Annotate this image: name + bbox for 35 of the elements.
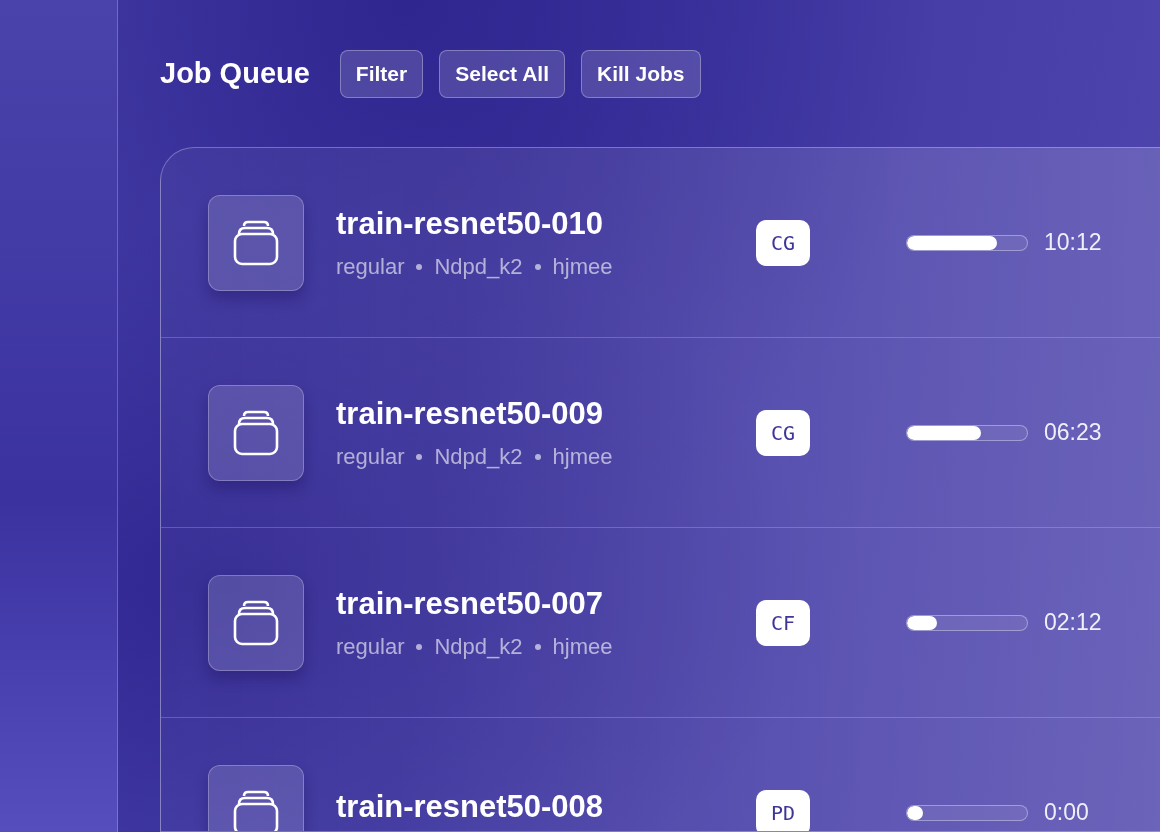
separator-dot	[416, 453, 423, 460]
elapsed-time: 02:12	[1044, 609, 1102, 636]
separator-dot	[416, 263, 423, 270]
elapsed-time: 10:12	[1044, 229, 1102, 256]
status-badge: CF	[756, 599, 810, 646]
status-badge: PD	[756, 789, 810, 831]
job-meta: regular	[336, 633, 405, 660]
toolbar-button[interactable]: Select All	[439, 49, 565, 98]
elapsed-time: 0:00	[1044, 799, 1089, 826]
separator-dot	[534, 453, 541, 460]
job-name: train-resnet50-007	[336, 585, 605, 622]
job-meta: Ndpd_k2	[434, 253, 523, 280]
job-row[interactable]: train-resnet50-008 PD 0:00	[161, 718, 1160, 831]
job-row[interactable]: train-resnet50-009 regular Ndpd_k2 hjmee CG 06:23	[161, 338, 1160, 528]
separator-dot	[534, 263, 541, 270]
job-meta: hjmee	[552, 443, 613, 470]
job-meta: regular	[336, 253, 405, 280]
separator-dot	[534, 643, 541, 650]
job-meta: regular	[336, 443, 405, 470]
job-meta: hjmee	[552, 633, 613, 660]
job-meta: Ndpd_k2	[434, 443, 523, 470]
job-meta: Ndpd_k2	[434, 633, 523, 660]
job-name: train-resnet50-008	[336, 788, 605, 825]
job-row[interactable]: train-resnet50-010 regular Ndpd_k2 hjmee CG 10:12	[161, 148, 1160, 338]
job-row[interactable]: train-resnet50-007 regular Ndpd_k2 hjmee CF 02:12	[161, 528, 1160, 718]
job-meta: hjmee	[552, 253, 613, 280]
status-badge: CG	[756, 219, 810, 266]
toolbar-button[interactable]: Filter	[339, 49, 424, 98]
page-title: Job Queue	[160, 57, 310, 90]
separator-dot	[416, 643, 423, 650]
job-name: train-resnet50-009	[336, 395, 605, 432]
elapsed-time: 06:23	[1044, 419, 1102, 446]
job-name: train-resnet50-010	[336, 205, 605, 242]
status-badge: CG	[756, 409, 810, 456]
toolbar-button[interactable]: Kill Jobs	[580, 49, 701, 98]
